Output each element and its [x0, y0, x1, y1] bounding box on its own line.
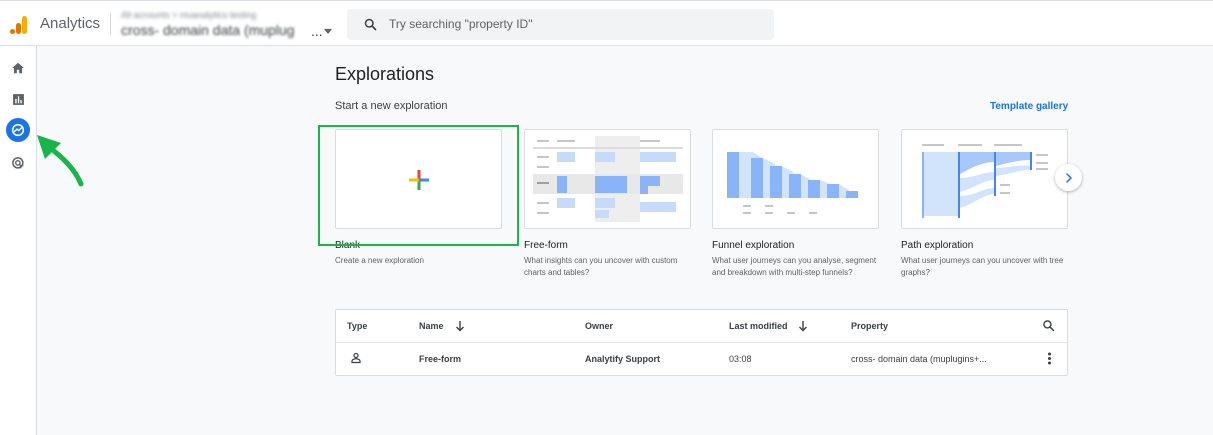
top-bar: Analytics All accounts > muanalytics tes…: [0, 0, 1213, 46]
row-owner: Analytify Support: [585, 354, 661, 364]
path-preview: [922, 144, 1048, 218]
reports-icon: [12, 93, 24, 105]
search-bar[interactable]: Try searching "property ID": [347, 9, 774, 40]
template-title-funnel: Funnel exploration: [712, 240, 795, 251]
template-card-path-exploration[interactable]: [901, 129, 1068, 229]
account-path[interactable]: All accounts > muanalytics testing: [121, 10, 256, 20]
analytics-logo-icon[interactable]: [9, 15, 29, 35]
row-last-modified: 03:08: [729, 354, 752, 364]
highlight-annotation: [318, 125, 519, 246]
template-card-free-form[interactable]: [524, 129, 691, 229]
person-icon: [351, 352, 361, 364]
more-vert-icon[interactable]: [1047, 352, 1052, 365]
row-name[interactable]: Free-form: [419, 354, 461, 364]
sort-down-icon[interactable]: [455, 320, 465, 332]
sort-down-icon[interactable]: [798, 320, 808, 332]
advertising-icon: [11, 156, 24, 169]
template-desc-path: What user journeys can you uncover with …: [901, 256, 1064, 277]
explorations-table: Type Name Owner Last modified Property F…: [335, 309, 1068, 376]
account-ellipsis: ...: [311, 23, 323, 39]
template-gallery-link[interactable]: Template gallery: [990, 101, 1068, 112]
nav-reports[interactable]: [8, 89, 28, 109]
template-desc-blank: Create a new exploration: [335, 256, 424, 265]
table-header: Type Name Owner Last modified Property: [336, 310, 1067, 343]
column-owner[interactable]: Owner: [585, 321, 613, 331]
home-icon: [12, 62, 24, 74]
template-card-funnel-exploration[interactable]: [712, 129, 879, 229]
column-last-modified[interactable]: Last modified: [729, 321, 788, 331]
account-name[interactable]: cross- domain data (muplug: [121, 22, 311, 38]
left-navigation-rail: [0, 46, 37, 435]
app-title: Analytics: [40, 15, 101, 32]
free-form-preview: [533, 136, 683, 222]
search-icon: [364, 18, 377, 31]
arrow-pointer-icon: [37, 135, 84, 187]
search-placeholder[interactable]: Try searching "property ID": [389, 17, 532, 31]
column-property[interactable]: Property: [851, 321, 888, 331]
column-type[interactable]: Type: [347, 321, 367, 331]
template-title-path: Path exploration: [901, 240, 974, 251]
row-property: cross- domain data (muplugins+...: [851, 354, 987, 364]
column-name[interactable]: Name: [419, 321, 444, 331]
title-divider: [110, 12, 111, 36]
nav-advertising[interactable]: [8, 153, 28, 173]
search-icon[interactable]: [1042, 319, 1055, 332]
chevron-right-icon: [1065, 172, 1072, 183]
nav-home[interactable]: [8, 58, 28, 78]
account-dropdown-caret-icon[interactable]: [324, 29, 332, 34]
template-desc-free-form: What insights can you uncover with custo…: [524, 256, 678, 277]
page-title: Explorations: [335, 64, 435, 84]
template-desc-funnel: What user journeys can you analyse, segm…: [712, 256, 877, 277]
nav-explore[interactable]: [6, 118, 30, 142]
funnel-preview: [727, 152, 858, 214]
carousel-next-button[interactable]: [1055, 164, 1082, 191]
page: Analytics All accounts > muanalytics tes…: [0, 0, 1213, 435]
template-title-free-form: Free-form: [524, 240, 568, 251]
section-subtitle: Start a new exploration: [335, 100, 448, 112]
explore-icon: [11, 123, 25, 137]
